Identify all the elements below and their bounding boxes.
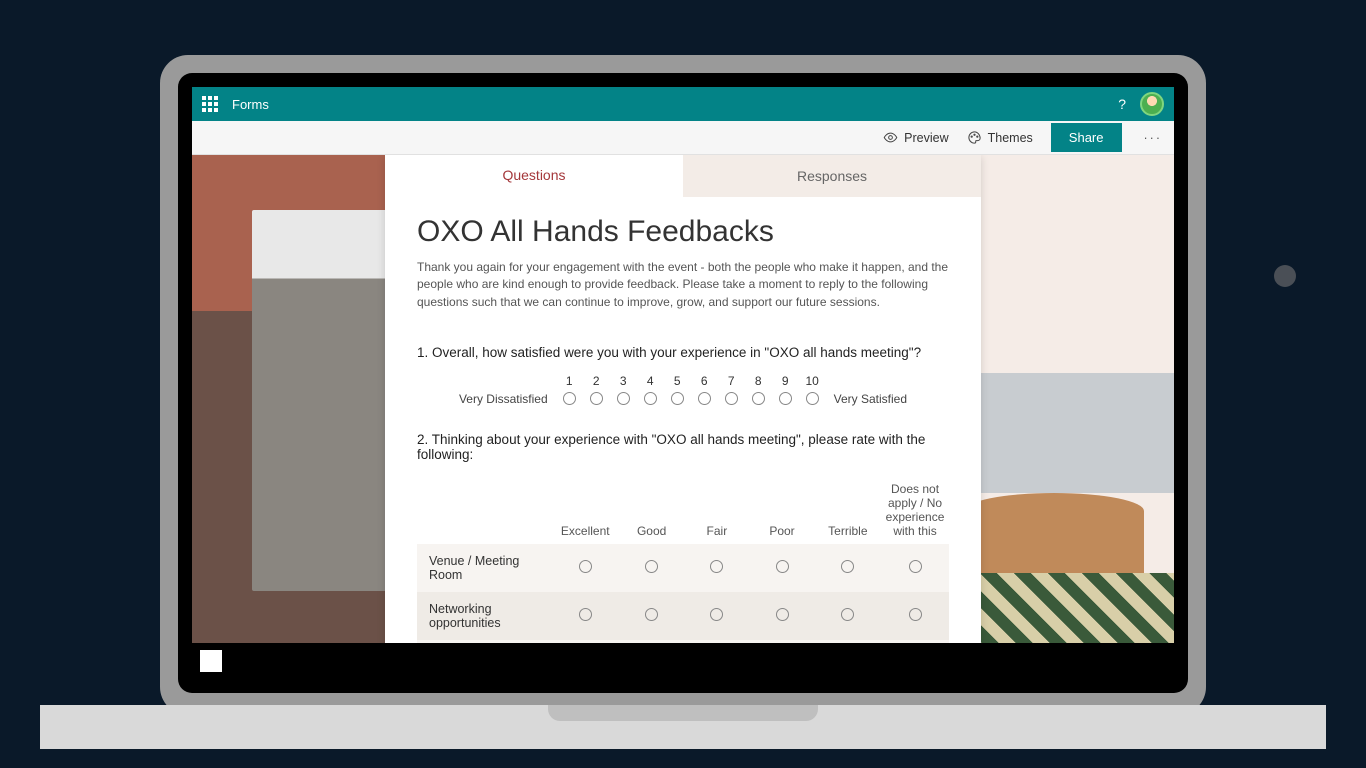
- matrix-radio[interactable]: [579, 560, 592, 573]
- rating-number: 9: [772, 374, 799, 388]
- matrix-col-header: Terrible: [815, 476, 881, 544]
- rating-radio-8[interactable]: [752, 392, 765, 405]
- laptop-bezel: Forms ? Preview Themes: [178, 73, 1188, 693]
- rating-radio-3[interactable]: [617, 392, 630, 405]
- laptop-trackpad-notch: [548, 705, 818, 721]
- form-card: Questions Responses OXO All Hands Feedba…: [385, 155, 981, 643]
- matrix-col-header: Fair: [684, 476, 749, 544]
- form-description[interactable]: Thank you again for your engagement with…: [417, 259, 949, 311]
- matrix-row: Networking opportunities: [417, 592, 949, 640]
- matrix-col-header: Good: [619, 476, 685, 544]
- rating-radio-1[interactable]: [563, 392, 576, 405]
- avatar[interactable]: [1140, 92, 1164, 116]
- tab-responses[interactable]: Responses: [683, 155, 981, 197]
- rating-low-label: Very Dissatisfied: [459, 392, 548, 408]
- app-header: Forms ?: [192, 87, 1174, 121]
- matrix-row: Venue / Meeting Room: [417, 544, 949, 592]
- preview-button[interactable]: Preview: [883, 130, 948, 145]
- matrix-radio[interactable]: [645, 608, 658, 621]
- matrix-row-label: Venue / Meeting Room: [417, 544, 552, 592]
- matrix-row-label: Networking opportunities: [417, 592, 552, 640]
- eye-icon: [883, 130, 898, 145]
- rating-number: 6: [691, 374, 718, 388]
- rating-radio-6[interactable]: [698, 392, 711, 405]
- matrix-col-header: Poor: [749, 476, 814, 544]
- more-icon[interactable]: ···: [1140, 131, 1167, 145]
- question-1-text: 1. Overall, how satisfied were you with …: [417, 345, 949, 360]
- windows-start-icon[interactable]: [200, 650, 222, 672]
- rating-radio-10[interactable]: [806, 392, 819, 405]
- themes-label: Themes: [988, 131, 1033, 145]
- rating-number: 7: [718, 374, 745, 388]
- screen: Forms ? Preview Themes: [192, 87, 1174, 679]
- question-2-text: 2. Thinking about your experience with "…: [417, 432, 949, 462]
- help-icon[interactable]: ?: [1118, 96, 1126, 112]
- rating-number: 5: [664, 374, 691, 388]
- palette-icon: [967, 130, 982, 145]
- rating-high-label: Very Satisfied: [834, 392, 907, 408]
- share-button[interactable]: Share: [1051, 123, 1122, 152]
- rating-number: 8: [745, 374, 772, 388]
- question-2: 2. Thinking about your experience with "…: [417, 432, 949, 643]
- matrix-radio[interactable]: [841, 560, 854, 573]
- matrix-radio[interactable]: [579, 608, 592, 621]
- rating-radio-5[interactable]: [671, 392, 684, 405]
- matrix-radio[interactable]: [776, 608, 789, 621]
- app-launcher-icon[interactable]: [202, 96, 218, 112]
- matrix-radio[interactable]: [841, 608, 854, 621]
- matrix-col-header: Does not apply / No experience with this: [881, 476, 949, 544]
- rating-radio-7[interactable]: [725, 392, 738, 405]
- matrix-radio[interactable]: [710, 560, 723, 573]
- preview-label: Preview: [904, 131, 948, 145]
- windows-taskbar: [192, 643, 1174, 679]
- rating-radio-2[interactable]: [590, 392, 603, 405]
- form-canvas: Questions Responses OXO All Hands Feedba…: [192, 155, 1174, 643]
- form-title[interactable]: OXO All Hands Feedbacks: [417, 215, 949, 249]
- rating-number: 10: [799, 374, 826, 388]
- rating-number: 2: [583, 374, 610, 388]
- tab-questions[interactable]: Questions: [385, 155, 683, 197]
- matrix-radio[interactable]: [645, 560, 658, 573]
- app-name: Forms: [232, 97, 269, 112]
- rating-scale: Very Dissatisfied 1 2 3 4 5 6 7 8 9 10: [417, 374, 949, 408]
- question-1: 1. Overall, how satisfied were you with …: [417, 345, 949, 408]
- rating-radio-9[interactable]: [779, 392, 792, 405]
- laptop-camera-dot: [1274, 265, 1296, 287]
- matrix-col-header: Excellent: [552, 476, 619, 544]
- rating-number: 4: [637, 374, 664, 388]
- rating-number: 1: [556, 374, 583, 388]
- laptop-frame: Forms ? Preview Themes: [160, 55, 1206, 715]
- matrix-radio[interactable]: [776, 560, 789, 573]
- rating-number: 3: [610, 374, 637, 388]
- matrix-radio[interactable]: [909, 608, 922, 621]
- form-tabs: Questions Responses: [385, 155, 981, 197]
- matrix-radio[interactable]: [710, 608, 723, 621]
- command-bar: Preview Themes Share ···: [192, 121, 1174, 155]
- likert-matrix: Excellent Good Fair Poor Terrible Does n…: [417, 476, 949, 643]
- rating-radio-4[interactable]: [644, 392, 657, 405]
- themes-button[interactable]: Themes: [967, 130, 1033, 145]
- matrix-radio[interactable]: [909, 560, 922, 573]
